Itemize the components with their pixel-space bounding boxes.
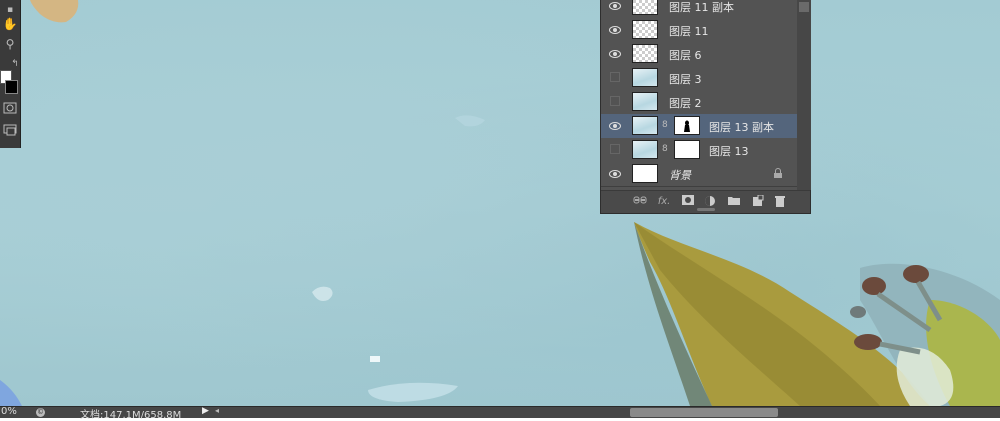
layers-scroll-thumb[interactable] — [799, 2, 809, 12]
layer-mask-thumbnail[interactable] — [674, 116, 700, 135]
layer-row[interactable]: 背景 — [601, 162, 797, 187]
layer-name[interactable]: 图层 2 — [669, 95, 702, 111]
mask-link-icon[interactable]: 8 — [662, 144, 668, 154]
paint-spot — [0, 380, 22, 406]
document-canvas[interactable] — [0, 0, 1000, 406]
layer-thumbnail[interactable] — [632, 44, 658, 63]
quick-mask-icon[interactable] — [2, 102, 18, 118]
visibility-eye-icon[interactable] — [609, 0, 621, 12]
tools-panel: ▪ ✋ ⚲ ↰ — [0, 0, 21, 148]
status-menu-arrow-icon[interactable]: ▶ — [202, 406, 209, 416]
link-layers-icon[interactable] — [633, 195, 647, 209]
visibility-eye-icon[interactable] — [609, 24, 621, 36]
visibility-toggle-off[interactable] — [610, 96, 620, 106]
scroll-left-arrow-icon[interactable]: ◂ — [215, 406, 219, 415]
new-layer-icon[interactable] — [751, 194, 765, 209]
paint-spot — [370, 356, 380, 362]
layer-name[interactable]: 图层 3 — [669, 71, 702, 87]
visibility-eye-icon[interactable] — [609, 120, 621, 132]
fx-icon[interactable]: fx. — [655, 195, 673, 209]
horizontal-scroll-thumb[interactable] — [630, 408, 778, 417]
visibility-toggle-off[interactable] — [610, 144, 620, 154]
layer-row[interactable]: 图层 11 副本 — [601, 0, 797, 19]
layer-row[interactable]: 图层 2 — [601, 90, 797, 115]
stamen-head — [903, 265, 929, 283]
screen-mode-icon[interactable] — [2, 124, 18, 140]
mask-link-icon[interactable]: 8 — [662, 120, 668, 130]
new-group-icon[interactable] — [727, 195, 741, 209]
layer-name[interactable]: 图层 13 — [709, 143, 749, 159]
doc-status-icon[interactable]: © — [36, 408, 45, 417]
status-bar: 0% © 文档:147.1M/658.8M ▶ ◂ — [0, 406, 1000, 421]
layers-panel: 图层 11 副本 图层 11 图层 6 图层 3 图层 2 8 图层 13 副本 8 图层 13… — [600, 0, 811, 214]
visibility-toggle-off[interactable] — [610, 72, 620, 82]
layer-name[interactable]: 图层 6 — [669, 47, 702, 63]
zoom-tool-icon[interactable]: ⚲ — [2, 36, 18, 52]
layer-row[interactable]: 图层 3 — [601, 66, 797, 91]
layer-thumbnail[interactable] — [632, 140, 658, 159]
add-mask-icon[interactable] — [681, 195, 695, 209]
layer-name[interactable]: 图层 11 — [669, 23, 709, 39]
layers-scrollbar[interactable] — [797, 0, 811, 190]
layer-name[interactable]: 背景 — [669, 167, 691, 183]
layer-thumbnail[interactable] — [632, 20, 658, 39]
paint-spot — [312, 286, 333, 301]
lock-icon — [774, 168, 782, 178]
paint-spot — [368, 382, 458, 402]
petal-shape — [30, 0, 79, 23]
panel-resize-grip[interactable] — [697, 208, 715, 211]
delete-layer-icon[interactable] — [773, 195, 787, 209]
hand-tool-icon[interactable]: ✋ — [2, 16, 18, 32]
document-size-info: 文档:147.1M/658.8M — [80, 410, 182, 421]
layer-row[interactable]: 8 图层 13 — [601, 138, 797, 163]
layer-thumbnail[interactable] — [632, 164, 658, 183]
layer-mask-thumbnail[interactable] — [674, 140, 700, 159]
layer-row[interactable]: 图层 6 — [601, 42, 797, 67]
adjustment-layer-icon[interactable] — [703, 195, 717, 209]
layer-thumbnail[interactable] — [632, 68, 658, 87]
canvas-artwork — [0, 0, 1000, 406]
background-color-swatch[interactable] — [5, 80, 18, 94]
layer-thumbnail[interactable] — [632, 0, 658, 15]
visibility-eye-icon[interactable] — [609, 168, 621, 180]
paint-spot — [455, 115, 485, 127]
layer-row[interactable]: 图层 11 — [601, 18, 797, 43]
layer-thumbnail[interactable] — [632, 116, 658, 135]
stamen-head — [850, 306, 866, 318]
layer-name[interactable]: 图层 13 副本 — [709, 119, 774, 135]
layer-thumbnail[interactable] — [632, 92, 658, 111]
stamen-head — [862, 277, 886, 295]
zoom-level[interactable]: 0% — [1, 406, 17, 417]
layer-name[interactable]: 图层 11 副本 — [669, 0, 734, 15]
layer-row[interactable]: 8 图层 13 副本 — [601, 114, 797, 139]
visibility-eye-icon[interactable] — [609, 48, 621, 60]
stamen-head — [854, 334, 882, 350]
